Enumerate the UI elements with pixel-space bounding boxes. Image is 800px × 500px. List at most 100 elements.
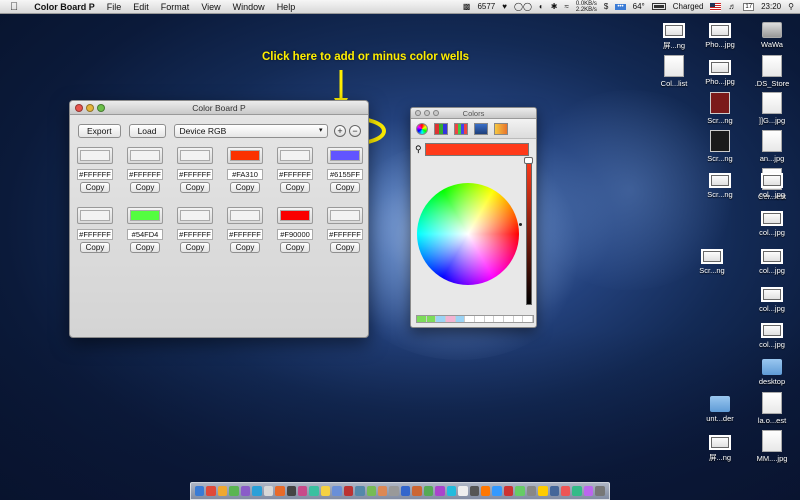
colors-titlebar[interactable]: Colors xyxy=(411,108,536,119)
desktop-file-icon[interactable]: Col...list xyxy=(652,55,696,88)
close-button[interactable] xyxy=(415,110,421,116)
dock-app-icon[interactable] xyxy=(458,486,468,496)
menu-format[interactable]: Format xyxy=(155,2,196,12)
desktop-file-icon[interactable]: Pho...jpg xyxy=(698,55,742,86)
desktop-file-icon[interactable]: Scr...ng xyxy=(698,168,742,199)
copy-button[interactable]: Copy xyxy=(330,242,360,253)
hex-value-field[interactable]: #FFFFFF xyxy=(327,229,363,240)
dock-app-icon[interactable] xyxy=(378,486,388,496)
dock-app-icon[interactable] xyxy=(595,486,605,496)
color-well-swatch[interactable] xyxy=(327,207,363,224)
menu-edit[interactable]: Edit xyxy=(127,2,155,12)
desktop-file-icon[interactable]: col...jpg xyxy=(750,318,794,349)
color-well-fill[interactable] xyxy=(180,210,210,221)
hex-value-field[interactable]: #FFFFFF xyxy=(277,169,313,180)
dock-app-icon[interactable] xyxy=(423,486,434,496)
color-sliders-icon[interactable] xyxy=(434,122,448,135)
dock-app-icon[interactable] xyxy=(412,486,422,496)
brightness-slider-knob[interactable] xyxy=(524,157,533,164)
color-well-swatch[interactable] xyxy=(277,207,313,224)
image-palettes-icon[interactable] xyxy=(474,122,488,135)
desktop-file-icon[interactable]: col...jpg xyxy=(750,244,794,275)
add-well-button[interactable]: + xyxy=(334,125,346,137)
clock-time[interactable]: 23:20 xyxy=(761,2,781,11)
color-well-swatch[interactable] xyxy=(77,207,113,224)
swatch[interactable] xyxy=(417,316,427,322)
swatch[interactable] xyxy=(514,316,524,322)
hex-value-field[interactable]: #FFFFFF xyxy=(77,229,113,240)
hex-value-field[interactable]: #FA310 xyxy=(227,169,263,180)
bluetooth-icon[interactable]: ✱ xyxy=(551,2,558,11)
copy-button[interactable]: Copy xyxy=(330,182,360,193)
dock-app-icon[interactable] xyxy=(240,486,251,496)
dock-app-icon[interactable] xyxy=(480,486,491,496)
color-well-fill[interactable] xyxy=(130,150,160,161)
desktop-file-icon[interactable]: ]]G...jpg xyxy=(750,92,794,125)
colorspace-select[interactable]: Device RGB ▾ xyxy=(173,124,328,138)
dock-app-icon[interactable] xyxy=(332,486,342,496)
color-well-fill[interactable] xyxy=(280,210,310,221)
desktop-file-icon[interactable]: .DS_Store xyxy=(750,55,794,88)
apple-menu-icon[interactable]:  xyxy=(0,1,28,13)
dock-app-icon[interactable] xyxy=(400,486,411,496)
desktop-file-icon[interactable]: Pho...jpg xyxy=(698,18,742,49)
color-well-fill[interactable] xyxy=(130,210,160,221)
saved-swatches[interactable] xyxy=(416,315,534,323)
remove-well-button[interactable]: − xyxy=(349,125,361,137)
hex-value-field[interactable]: #6155FF xyxy=(327,169,363,180)
color-well-swatch[interactable] xyxy=(127,147,163,164)
copy-button[interactable]: Copy xyxy=(280,182,310,193)
menu-app-name[interactable]: Color Board P xyxy=(28,2,101,12)
menu-window[interactable]: Window xyxy=(227,2,271,12)
dock-app-icon[interactable] xyxy=(435,486,445,496)
spotlight-icon[interactable]: ⚲ xyxy=(788,2,794,11)
magnifier-icon[interactable]: ⚲ xyxy=(415,144,422,155)
zoom-button[interactable] xyxy=(97,104,105,112)
swatch[interactable] xyxy=(455,316,466,322)
dock-app-icon[interactable] xyxy=(389,486,399,496)
swatch[interactable] xyxy=(523,316,534,322)
hex-value-field[interactable]: #FFFFFF xyxy=(227,229,263,240)
color-well-fill[interactable] xyxy=(330,210,360,221)
desktop-file-icon[interactable]: unt...der xyxy=(698,392,742,423)
color-board-titlebar[interactable]: Color Board P xyxy=(70,101,368,115)
calendar-icon[interactable]: 17 xyxy=(743,2,755,11)
desktop-file-icon[interactable]: Scr...ng xyxy=(698,130,742,163)
dock-app-icon[interactable] xyxy=(503,486,514,496)
color-well-fill[interactable] xyxy=(230,150,260,161)
color-well-swatch[interactable] xyxy=(177,147,213,164)
status-count[interactable]: 6577 xyxy=(477,2,495,11)
glasses-icon[interactable]: ◯◯ xyxy=(514,2,532,11)
color-well-fill[interactable] xyxy=(230,210,260,221)
color-well-swatch[interactable] xyxy=(127,207,163,224)
dock-app-icon[interactable] xyxy=(195,486,205,496)
desktop-file-icon[interactable]: desktop xyxy=(750,355,794,386)
color-well-swatch[interactable] xyxy=(327,147,363,164)
dock-app-icon[interactable] xyxy=(286,486,296,496)
menu-help[interactable]: Help xyxy=(271,2,302,12)
dock-app-icon[interactable] xyxy=(309,486,319,496)
desktop-file-icon[interactable]: Scr...ng xyxy=(698,92,742,125)
battery-status[interactable]: Charged xyxy=(673,2,704,11)
dock-app-icon[interactable] xyxy=(446,486,457,496)
heart-icon[interactable]: ♥ xyxy=(502,2,507,11)
dock-app-icon[interactable] xyxy=(275,486,285,496)
color-well-fill[interactable] xyxy=(80,210,110,221)
dollar-icon[interactable]: $ xyxy=(604,2,608,11)
menu-file[interactable]: File xyxy=(101,2,128,12)
desktop-file-icon[interactable]: 屏...ng xyxy=(698,430,742,463)
swatch[interactable] xyxy=(485,316,495,322)
desktop-file-icon[interactable]: col...jpg xyxy=(750,282,794,313)
dock-app-icon[interactable] xyxy=(217,486,228,496)
copy-button[interactable]: Copy xyxy=(130,242,160,253)
color-palettes-icon[interactable] xyxy=(454,122,468,135)
current-color-well[interactable] xyxy=(424,143,529,156)
brightness-slider[interactable] xyxy=(526,160,532,305)
dock-app-icon[interactable] xyxy=(229,486,239,496)
color-well-fill[interactable] xyxy=(80,150,110,161)
dock-app-icon[interactable] xyxy=(366,486,376,496)
color-well-fill[interactable] xyxy=(180,150,210,161)
copy-button[interactable]: Copy xyxy=(130,182,160,193)
dock-app-icon[interactable] xyxy=(252,486,262,496)
export-button[interactable]: Export xyxy=(78,124,121,138)
